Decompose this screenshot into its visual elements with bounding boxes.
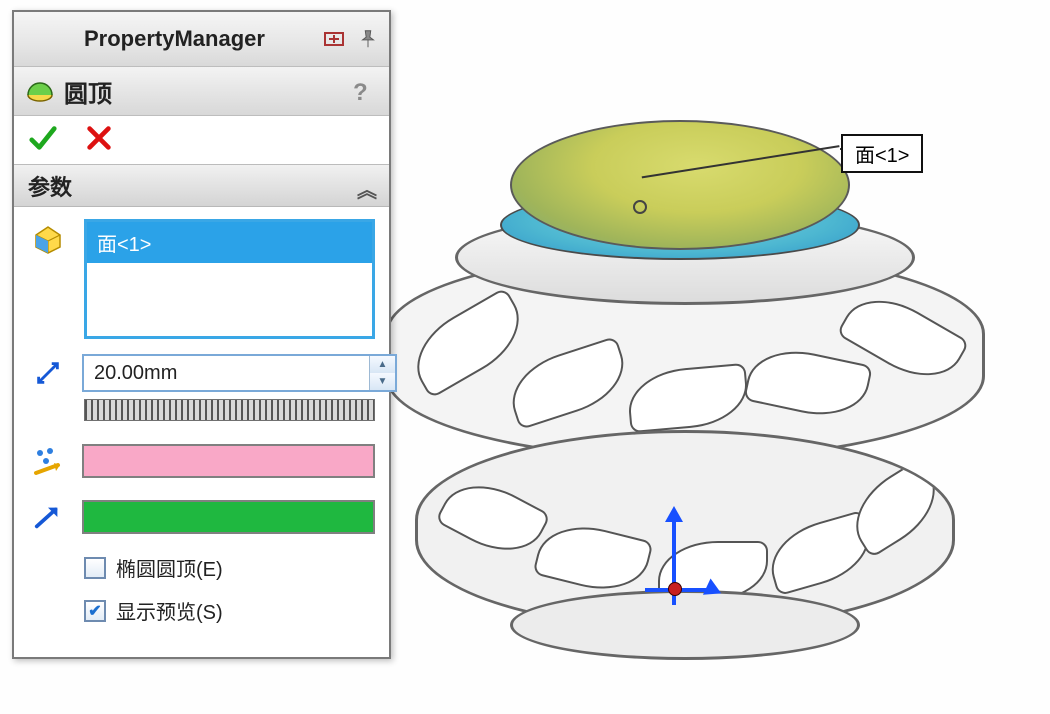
feature-header: 圆顶 ? [14, 66, 389, 116]
triad-origin[interactable] [668, 582, 682, 596]
ok-button[interactable] [28, 123, 58, 158]
parameters-title: 参数 [28, 170, 72, 202]
constraint-sketch-field[interactable] [82, 444, 375, 478]
constraint-point-icon [28, 441, 68, 481]
ellipse-dome-label: 椭圆圆顶(E) [116, 553, 223, 582]
model-blade [401, 287, 535, 399]
model-blade [743, 341, 873, 425]
distance-spinner[interactable]: ▲ ▼ [369, 356, 395, 390]
direction-arrow-icon [28, 497, 68, 537]
model-foot [510, 590, 860, 660]
triad-z-arrow-icon [665, 506, 683, 522]
spinner-down-button[interactable]: ▼ [370, 373, 395, 390]
property-manager-title: PropertyManager [84, 26, 265, 52]
show-preview-label: 显示预览(S) [116, 596, 223, 625]
parameters-header[interactable]: 参数 ︽ [14, 165, 389, 207]
distance-field[interactable]: ▲ ▼ [82, 354, 397, 392]
ellipse-dome-checkbox[interactable] [84, 557, 106, 579]
distance-slider[interactable] [84, 399, 375, 421]
pin-icon[interactable] [355, 26, 381, 52]
show-preview-checkbox[interactable] [84, 600, 106, 622]
face-selection-list[interactable]: 面<1> [84, 219, 375, 339]
model-blade [502, 336, 635, 430]
spinner-up-button[interactable]: ▲ [370, 356, 395, 373]
feature-title: 圆顶 [64, 74, 112, 109]
face-selection-item[interactable]: 面<1> [87, 222, 372, 263]
model-blade [532, 516, 653, 601]
model-blade [435, 468, 551, 568]
parameters-section: 参数 ︽ 面<1> [14, 164, 389, 657]
confirm-bar [14, 116, 389, 164]
keep-visible-icon[interactable] [321, 26, 347, 52]
face-select-icon [28, 219, 68, 259]
dome-feature-icon [26, 77, 54, 105]
collapse-chevron-icon[interactable]: ︽ [357, 174, 377, 203]
direction-field[interactable] [82, 500, 375, 534]
distance-icon [28, 353, 68, 393]
distance-input[interactable] [84, 356, 369, 390]
help-icon[interactable]: ? [353, 79, 377, 103]
model[interactable]: 面<1> [400, 120, 1040, 680]
model-blade [626, 363, 751, 433]
property-manager-panel: PropertyManager 圆顶 ? 参数 [12, 10, 391, 659]
property-manager-titlebar: PropertyManager [14, 12, 389, 66]
cancel-button[interactable] [84, 123, 114, 158]
selection-callout: 面<1> [841, 134, 923, 173]
